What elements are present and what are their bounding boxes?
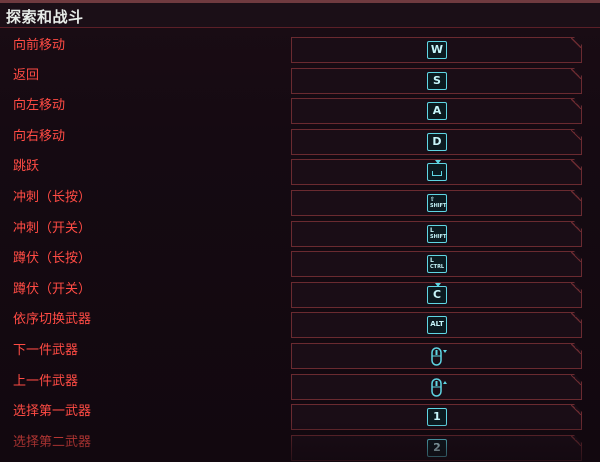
binding-row: 向前移动 W bbox=[0, 37, 600, 68]
binding-row: 返回 S bbox=[0, 68, 600, 99]
binding-label: 返回 bbox=[13, 68, 40, 83]
shift-key-icon: ⇧ SHIFT bbox=[427, 194, 447, 212]
key-text: CTRL bbox=[430, 264, 445, 270]
key-icon: D bbox=[427, 133, 447, 151]
keybind-button[interactable]: S bbox=[291, 68, 582, 94]
binding-label: 冲刺（开关） bbox=[13, 221, 92, 236]
mouse-scroll-up-icon bbox=[429, 377, 451, 399]
keybind-button[interactable]: L CTRL bbox=[291, 251, 582, 277]
section-header: 探索和战斗 bbox=[0, 3, 600, 28]
key-text: SHIFT bbox=[430, 203, 447, 209]
binding-row: 冲刺（长按） ⇧ SHIFT bbox=[0, 190, 600, 221]
binding-label: 向前移动 bbox=[13, 38, 66, 53]
binding-label: 蹲伏（长按） bbox=[13, 251, 92, 266]
keybind-button[interactable]: 1 bbox=[291, 404, 582, 430]
binding-row: 选择第一武器 1 bbox=[0, 404, 600, 435]
binding-row: 选择第二武器 2 bbox=[0, 435, 600, 462]
key-icon: W bbox=[427, 41, 447, 59]
key-icon: A bbox=[427, 102, 447, 120]
shift-key-icon: L SHIFT bbox=[427, 225, 447, 243]
key-icon: C bbox=[427, 286, 447, 304]
binding-row: 跳跃 bbox=[0, 159, 600, 190]
binding-label: 蹲伏（开关） bbox=[13, 282, 92, 297]
keybind-button[interactable]: A bbox=[291, 98, 582, 124]
key-text: SHIFT bbox=[430, 234, 447, 240]
binding-row: 下一件武器 bbox=[0, 343, 600, 374]
alt-key-icon: ALT bbox=[427, 316, 447, 334]
binding-label: 依序切换武器 bbox=[13, 312, 92, 327]
binding-label: 向左移动 bbox=[13, 98, 66, 113]
binding-label: 向右移动 bbox=[13, 129, 66, 144]
binding-label: 跳跃 bbox=[13, 159, 40, 174]
binding-label: 上一件武器 bbox=[13, 374, 79, 389]
binding-label: 下一件武器 bbox=[13, 343, 79, 358]
keybind-button[interactable]: D bbox=[291, 129, 582, 155]
binding-row: 蹲伏（长按） L CTRL bbox=[0, 251, 600, 282]
key-icon: 1 bbox=[427, 408, 447, 426]
keybind-button[interactable]: ⇧ SHIFT bbox=[291, 190, 582, 216]
keybind-button[interactable]: ALT bbox=[291, 312, 582, 338]
binding-row: 蹲伏（开关） C bbox=[0, 282, 600, 313]
binding-label: 选择第二武器 bbox=[13, 435, 92, 450]
binding-label: 选择第一武器 bbox=[13, 404, 92, 419]
keybinding-settings-panel: 探索和战斗 向前移动 W 返回 S 向左移动 A 向右移动 D 跳跃 冲刺（长按） ⇧ SHIFT 冲刺… bbox=[0, 0, 600, 462]
ctrl-key-icon: L CTRL bbox=[427, 255, 447, 273]
binding-row: 向右移动 D bbox=[0, 129, 600, 160]
keybind-button[interactable] bbox=[291, 374, 582, 400]
key-icon: 2 bbox=[427, 439, 447, 457]
keybind-button[interactable]: C bbox=[291, 282, 582, 308]
mouse-scroll-down-icon bbox=[429, 346, 451, 368]
binding-row: 上一件武器 bbox=[0, 374, 600, 405]
section-title: 探索和战斗 bbox=[6, 8, 84, 26]
binding-row: 向左移动 A bbox=[0, 98, 600, 129]
binding-row: 冲刺（开关） L SHIFT bbox=[0, 221, 600, 252]
binding-row: 依序切换武器 ALT bbox=[0, 312, 600, 343]
space-key-icon bbox=[427, 163, 447, 181]
keybind-button[interactable]: 2 bbox=[291, 435, 582, 461]
keybind-button[interactable]: L SHIFT bbox=[291, 221, 582, 247]
key-icon: S bbox=[427, 72, 447, 90]
binding-label: 冲刺（长按） bbox=[13, 190, 92, 205]
keybind-button[interactable]: W bbox=[291, 37, 582, 63]
keybind-button[interactable] bbox=[291, 343, 582, 369]
keybind-button[interactable] bbox=[291, 159, 582, 185]
